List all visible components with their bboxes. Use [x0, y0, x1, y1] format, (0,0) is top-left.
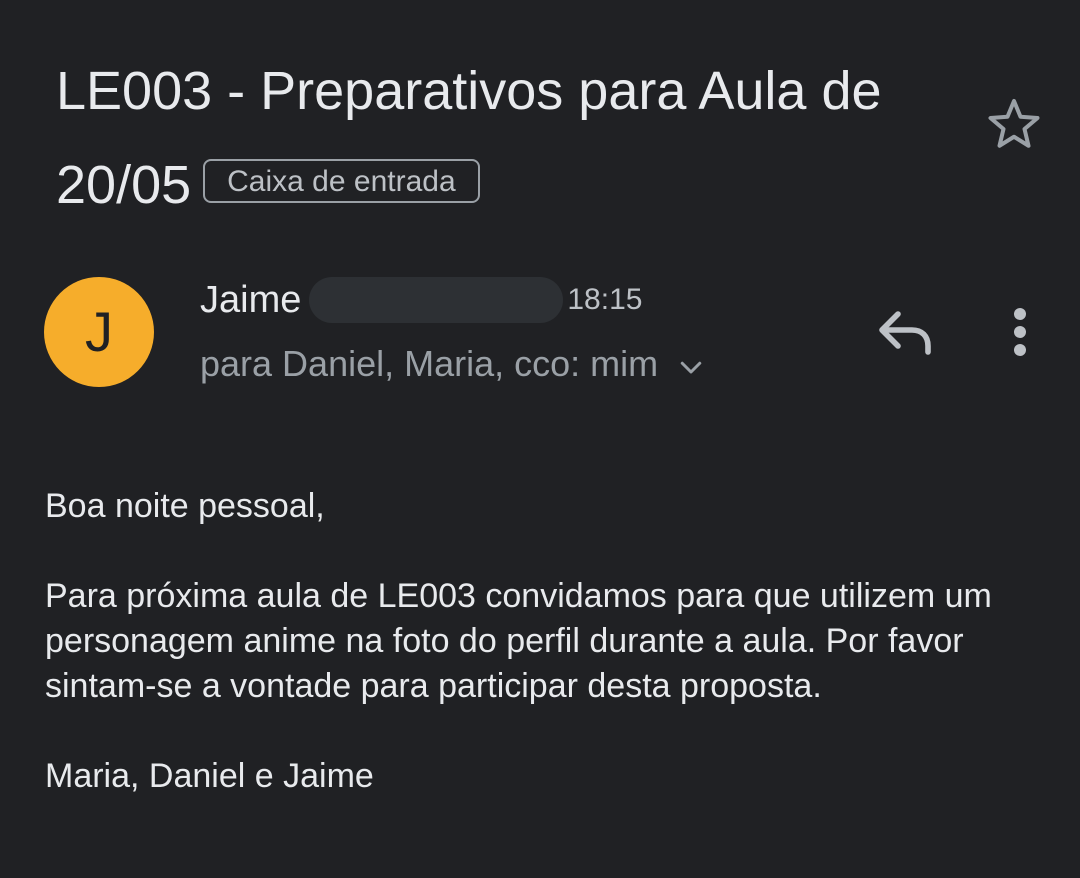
sender-row: Jaime 18:15 [200, 272, 642, 328]
more-options-button[interactable] [1000, 304, 1040, 360]
chevron-down-icon [680, 361, 702, 374]
email-signature: Maria, Daniel e Jaime [45, 757, 374, 795]
email-paragraph: Para próxima aula de LE003 convidamos pa… [45, 577, 992, 705]
sender-avatar[interactable]: J [44, 277, 154, 387]
recipients-toggle[interactable]: para Daniel, Maria, cco: mim [200, 336, 706, 392]
redacted-email-address [309, 277, 564, 323]
star-outline-icon [988, 99, 1040, 148]
reply-icon [879, 311, 931, 355]
email-time: 18:15 [567, 283, 643, 316]
reply-button[interactable] [874, 304, 938, 360]
email-subject: LE003 - Preparativos para Aula de 20/05 C… [56, 44, 956, 232]
recipients-text: para Daniel, Maria, cco: mim [200, 343, 659, 384]
sender-name[interactable]: Jaime [200, 279, 301, 322]
email-greeting: Boa noite pessoal, [45, 487, 325, 525]
star-button[interactable] [984, 94, 1044, 154]
inbox-label-chip[interactable]: Caixa de entrada [203, 159, 480, 203]
email-body: Boa noite pessoal, Para próxima aula de … [45, 484, 1045, 844]
more-vertical-icon [1014, 308, 1026, 356]
